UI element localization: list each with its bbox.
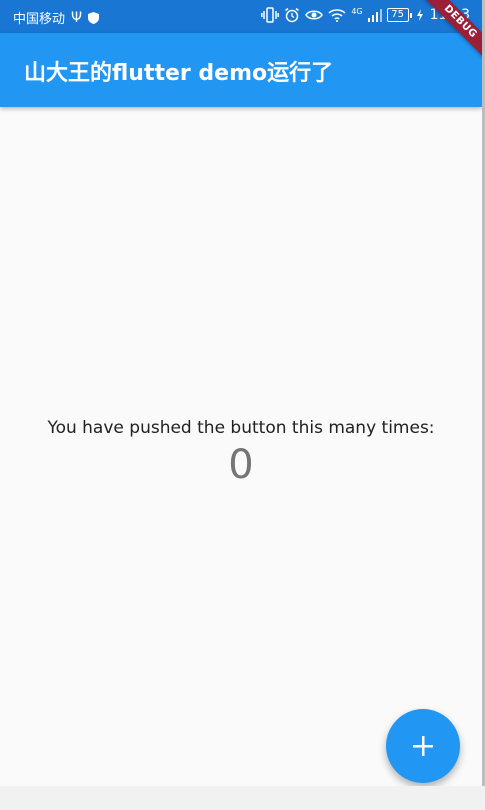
signal-icon: [367, 9, 382, 22]
battery-tip: [409, 12, 412, 18]
counter-value: 0: [228, 442, 254, 488]
add-icon: [413, 736, 433, 756]
app-title: 山大王的flutter demo运行了: [24, 61, 334, 86]
increment-button[interactable]: [386, 709, 460, 783]
vibrate-icon: [261, 7, 280, 23]
carrier-name: 中国移动: [13, 12, 66, 27]
network-type: 4G: [351, 7, 363, 16]
battery-level: 75: [386, 8, 409, 22]
battery-icon: 75: [386, 8, 412, 22]
app-bar: 山大王的flutter demo运行了: [0, 33, 482, 107]
app-screen: 中国移动 Ψ 4G 75 山大王的flutter demo运行了 DEBUG Y…: [0, 0, 482, 786]
carrier-group: 中国移动 Ψ: [13, 8, 100, 27]
charging-icon: [416, 9, 423, 21]
bottom-strip: [0, 786, 485, 810]
alarm-icon: [285, 7, 300, 23]
shield-icon: [88, 11, 100, 24]
wifi-icon: [328, 9, 346, 22]
counter-label: You have pushed the button this many tim…: [47, 418, 435, 438]
status-bar: 中国移动 Ψ 4G 75: [0, 0, 482, 33]
eye-icon: [305, 10, 324, 20]
usb-icon: Ψ: [71, 9, 83, 26]
